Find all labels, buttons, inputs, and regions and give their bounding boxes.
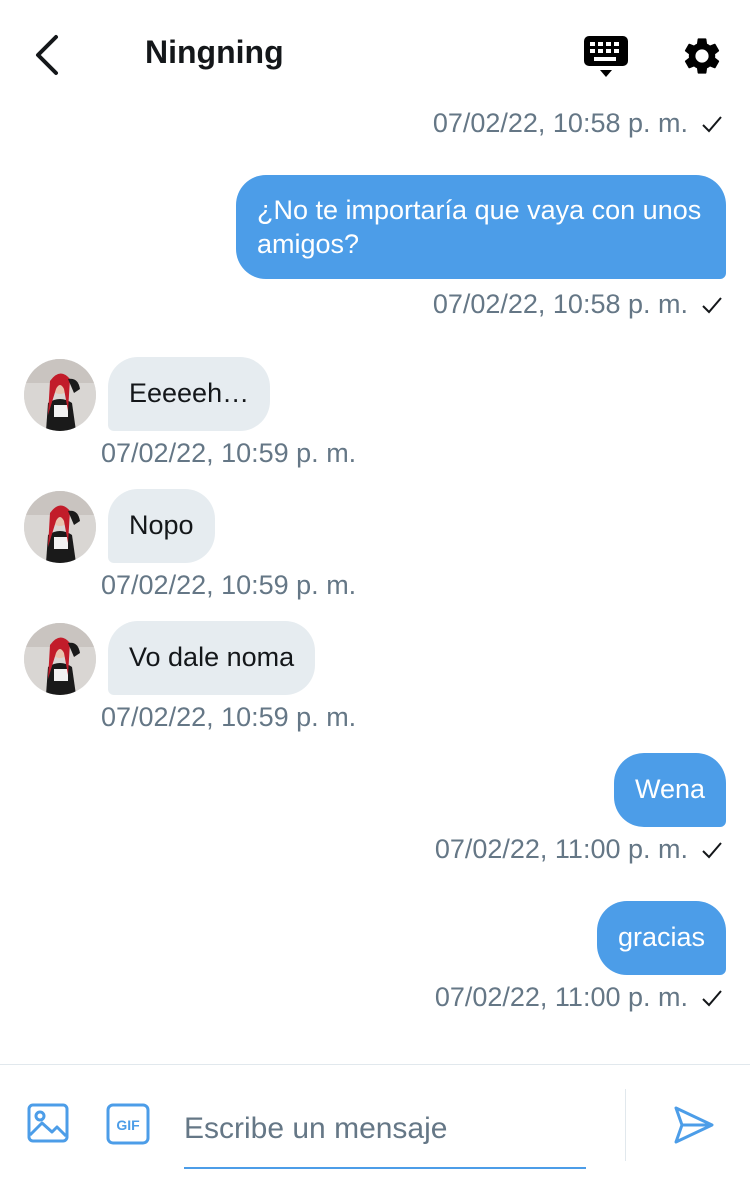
incoming-message-bubble[interactable]: Vo dale noma <box>108 621 316 695</box>
outgoing-message-bubble[interactable]: ¿No te importaría que vaya con unos amig… <box>236 175 726 279</box>
outgoing-message-bubble[interactable]: gracias <box>596 901 726 975</box>
message-timestamp: 07/02/22, 10:58 p. m. <box>433 289 724 320</box>
conversation-title: Ningning <box>145 34 284 70</box>
keyboard-shortcuts-button[interactable] <box>582 34 630 80</box>
send-icon <box>674 1106 714 1144</box>
gif-icon: GIF <box>106 1103 150 1145</box>
send-button[interactable] <box>672 1103 716 1147</box>
message-timestamp: 07/02/22, 10:59 p. m. <box>101 438 357 468</box>
message-timestamp: 07/02/22, 11:00 p. m. <box>435 982 724 1013</box>
add-media-button[interactable] <box>26 1101 70 1145</box>
avatar[interactable] <box>24 623 96 695</box>
conversation-thread: 07/02/22, 10:58 p. m. ¿No te importaría … <box>0 0 750 1064</box>
message-timestamp: 07/02/22, 10:59 p. m. <box>101 702 357 732</box>
check-icon <box>702 841 722 858</box>
check-icon <box>702 115 722 132</box>
chevron-left-icon <box>36 35 58 75</box>
keyboard-icon <box>584 36 628 77</box>
message-timestamp: 07/02/22, 11:00 p. m. <box>435 834 724 865</box>
check-icon <box>702 296 722 313</box>
check-icon <box>702 989 722 1006</box>
add-gif-button[interactable]: GIF <box>106 1103 150 1145</box>
composer-divider <box>625 1089 626 1161</box>
back-button[interactable] <box>22 30 72 80</box>
avatar-image <box>24 359 96 431</box>
message-timestamp: 07/02/22, 10:59 p. m. <box>101 570 357 600</box>
incoming-message-bubble[interactable]: Nopo <box>108 489 215 563</box>
avatar[interactable] <box>24 491 96 563</box>
gif-label: GIF <box>116 1117 140 1133</box>
avatar-image <box>24 623 96 695</box>
image-icon <box>27 1103 69 1143</box>
conversation-header: Ningning <box>0 0 750 110</box>
message-timestamp: 07/02/22, 10:58 p. m. <box>433 108 724 139</box>
avatar[interactable] <box>24 359 96 431</box>
settings-button[interactable] <box>680 34 724 78</box>
message-input[interactable] <box>184 1091 586 1169</box>
avatar-image <box>24 491 96 563</box>
outgoing-message-bubble[interactable]: Wena <box>613 753 726 827</box>
gear-icon <box>684 38 720 74</box>
incoming-message-bubble[interactable]: Eeeeeh… <box>108 357 271 431</box>
message-composer: GIF <box>0 1064 750 1187</box>
